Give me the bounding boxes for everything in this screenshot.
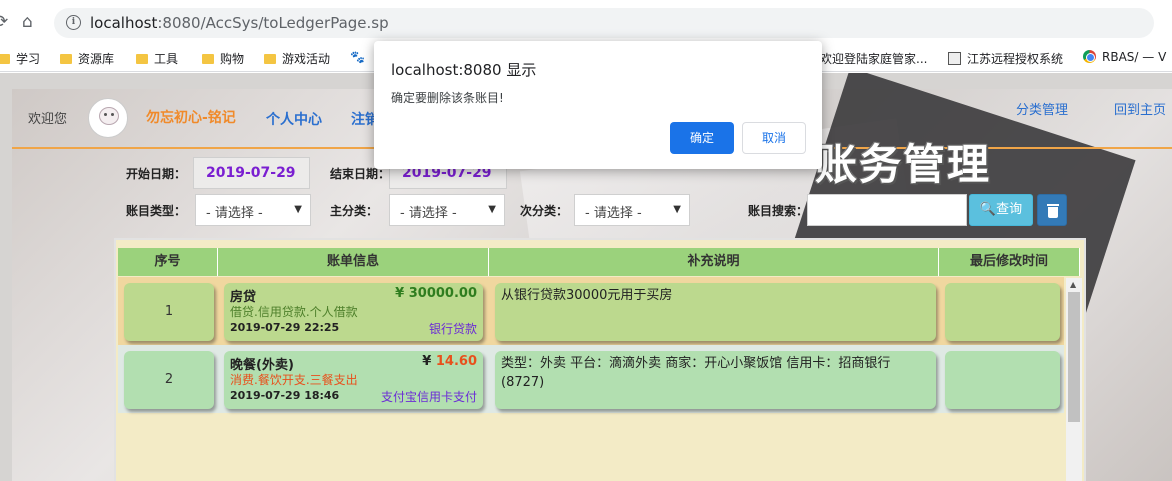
- caret-down-icon: ▼: [488, 204, 496, 215]
- modified-cell: [945, 283, 1060, 341]
- bookmark-paw[interactable]: 🐾: [350, 50, 369, 64]
- bookmark-tools[interactable]: 工具: [136, 50, 178, 67]
- search-icon: 🔍: [979, 202, 997, 217]
- welcome-text: 欢迎您: [28, 112, 68, 127]
- search-label: 账目搜索：: [748, 204, 809, 218]
- start-date-label: 开始日期：: [126, 167, 187, 181]
- bill-note: 从银行贷款30000元用于买房: [501, 288, 673, 303]
- scroll-thumb[interactable]: [1068, 292, 1080, 422]
- bill-time: 2019-07-29 18:46: [230, 389, 340, 402]
- search-input[interactable]: [807, 194, 967, 226]
- table-row[interactable]: 1 房贷 ¥ 30000.00 借贷.信用贷款.个人借款 2019-07-29 …: [118, 277, 1064, 345]
- browser-toolbar: ⟳ ⌂ i localhost:8080/AccSys/toLedgerPage…: [0, 0, 1172, 44]
- bill-amount: ¥ 14.60: [422, 354, 477, 369]
- address-bar[interactable]: i localhost:8080/AccSys/toLedgerPage.sp: [54, 8, 1154, 38]
- dialog-message: 确定要删除该条账目!: [391, 91, 504, 105]
- bookmark-study[interactable]: 学习: [0, 50, 40, 67]
- table-scrollbar[interactable]: ▲: [1066, 278, 1082, 481]
- search-button[interactable]: 🔍查询: [969, 194, 1033, 226]
- folder-icon: [264, 54, 276, 64]
- home-icon[interactable]: ⌂: [22, 12, 33, 32]
- row-index: 1: [124, 283, 214, 341]
- avatar[interactable]: [88, 98, 128, 138]
- row-index: 2: [124, 351, 214, 409]
- bill-category: 借贷.信用贷款.个人借款: [230, 305, 358, 319]
- folder-icon: [202, 54, 214, 64]
- main-category-select[interactable]: - 请选择 - ▼: [389, 194, 505, 226]
- back-home-link[interactable]: 回到主页: [1114, 99, 1166, 118]
- category-manage-link[interactable]: 分类管理: [1016, 99, 1068, 118]
- bill-info-cell: 晚餐(外卖) ¥ 14.60 消费.餐饮开支.三餐支出 2019-07-29 1…: [224, 351, 483, 409]
- bill-amount: ¥ 30000.00: [395, 286, 477, 301]
- bill-category: 消费.餐饮开支.三餐支出: [230, 373, 358, 387]
- url-text: localhost:8080/AccSys/toLedgerPage.sp: [90, 14, 389, 32]
- bookmark-jiangsu[interactable]: 江苏远程授权系统: [948, 50, 1063, 67]
- table-row[interactable]: 2 晚餐(外卖) ¥ 14.60 消费.餐饮开支.三餐支出 2019-07-29…: [118, 345, 1064, 413]
- chrome-icon: [1083, 50, 1096, 63]
- avatar-face-icon: [99, 107, 119, 125]
- modified-cell: [945, 351, 1060, 409]
- folder-icon: [0, 54, 10, 64]
- bill-payment-method: 支付宝信用卡支付: [380, 390, 477, 404]
- dialog-title: localhost:8080 显示: [391, 61, 537, 79]
- scroll-up-icon[interactable]: ▲: [1070, 280, 1076, 289]
- personal-center-link[interactable]: 个人中心: [266, 109, 322, 129]
- cancel-button[interactable]: 取消: [742, 122, 806, 154]
- column-header-modified: 最后修改时间: [939, 248, 1080, 276]
- column-header-bill-info: 账单信息: [218, 248, 489, 276]
- username: 勿忘初心-铭记: [146, 110, 236, 126]
- bookmark-games[interactable]: 游戏活动: [264, 50, 330, 67]
- caret-down-icon: ▼: [673, 204, 681, 215]
- column-header-note: 补充说明: [489, 248, 939, 276]
- bookmark-rbas[interactable]: RBAS/ — V: [1083, 50, 1166, 64]
- start-date-input[interactable]: 2019-07-29: [193, 157, 310, 189]
- type-select[interactable]: - 请选择 - ▼: [195, 194, 311, 226]
- ledger-table: 序号 账单信息 补充说明 最后修改时间 1 房贷 ¥ 30000.00 借贷.信…: [114, 238, 1086, 481]
- note-cell: 类型：外卖 平台：滴滴外卖 商家：开心小聚饭馆 信用卡：招商银行(8727): [495, 351, 936, 409]
- bill-note: 类型：外卖 平台：滴滴外卖 商家：开心小聚饭馆 信用卡：招商银行(8727): [501, 356, 891, 390]
- bill-info-cell: 房贷 ¥ 30000.00 借贷.信用贷款.个人借款 2019-07-29 22…: [224, 283, 483, 341]
- type-label: 账目类型：: [126, 204, 187, 218]
- info-icon[interactable]: i: [66, 15, 81, 30]
- note-cell: 从银行贷款30000元用于买房: [495, 283, 936, 341]
- folder-icon: [136, 54, 148, 64]
- paw-icon: 🐾: [350, 50, 365, 64]
- bill-payment-method: 银行贷款: [428, 322, 477, 336]
- sub-category-label: 次分类：: [520, 204, 569, 218]
- reload-icon[interactable]: ⟳: [0, 12, 8, 32]
- trash-icon: [1047, 204, 1059, 206]
- sub-category-select[interactable]: - 请选择 - ▼: [574, 194, 690, 226]
- main-category-label: 主分类：: [330, 204, 379, 218]
- bookmark-resources[interactable]: 资源库: [60, 50, 114, 67]
- page-title: 账务管理: [815, 140, 992, 189]
- delete-button[interactable]: [1037, 194, 1067, 226]
- column-header-index: 序号: [118, 248, 218, 276]
- document-icon: [948, 52, 961, 65]
- bookmark-family-manager[interactable]: 欢迎登陆家庭管家...: [820, 50, 927, 67]
- confirm-dialog: localhost:8080 显示 确定要删除该条账目! 确定 取消: [374, 41, 822, 169]
- caret-down-icon: ▼: [294, 204, 302, 215]
- folder-icon: [60, 54, 72, 64]
- bill-time: 2019-07-29 22:25: [230, 321, 340, 334]
- confirm-button[interactable]: 确定: [670, 122, 734, 154]
- bookmark-shopping[interactable]: 购物: [202, 50, 244, 67]
